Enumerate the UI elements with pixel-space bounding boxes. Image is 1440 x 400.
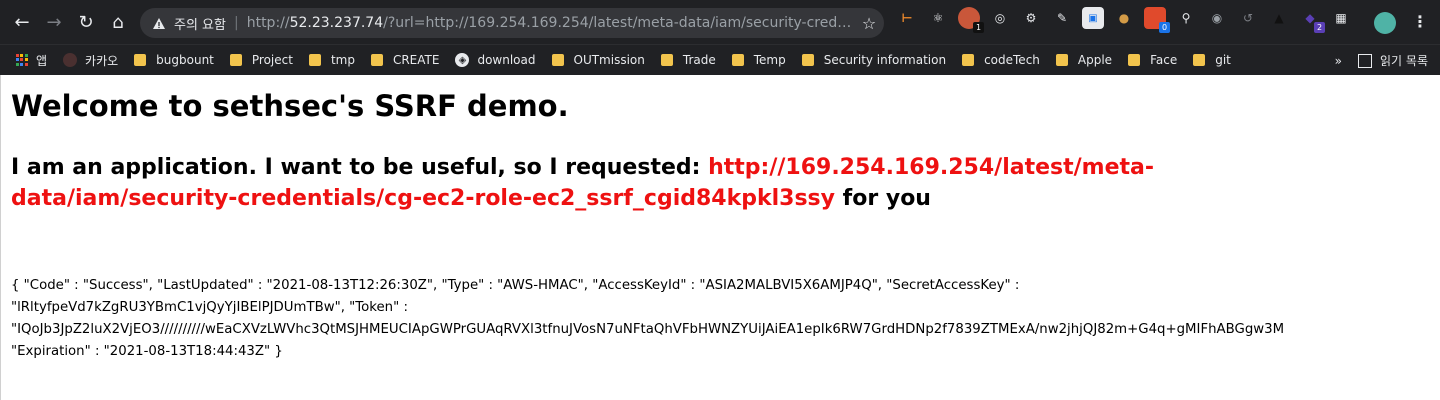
arrow-left-icon: ←	[14, 11, 30, 33]
bookmark-download[interactable]: ◈ download	[455, 53, 536, 67]
extension-hat-icon[interactable]: ▲	[1268, 7, 1290, 29]
bookmark-label: 앱	[36, 53, 48, 68]
extension-refresh-icon[interactable]: ↺	[1237, 7, 1259, 29]
bookmark-folder-face[interactable]: Face	[1128, 53, 1177, 67]
bookmark-star-icon[interactable]: ☆	[854, 14, 884, 33]
reload-icon: ↻	[78, 11, 94, 33]
bookmark-label: 카카오	[85, 53, 119, 68]
extension-orange-icon[interactable]: ⊢	[896, 7, 918, 29]
browser-toolbar: ← → ↻ ⌂ 주의 요함 | http://52.23.237.74/?url…	[0, 0, 1440, 44]
globe-icon: ◈	[455, 53, 470, 67]
bookmark-folder-tmp[interactable]: tmp	[308, 53, 355, 67]
bookmark-folder-codetech[interactable]: codeTech	[962, 53, 1040, 67]
bookmark-folder-bugbount[interactable]: bugbount	[134, 53, 214, 67]
bookmarks-right: » 읽기 목록	[1335, 52, 1428, 69]
security-warning-text[interactable]: 주의 요함	[174, 14, 226, 33]
extension-search-icon[interactable]: ⚲	[1175, 7, 1197, 29]
bookmark-label: Trade	[682, 53, 716, 67]
address-bar[interactable]: 주의 요함 | http://52.23.237.74/?url=http://…	[140, 8, 884, 38]
profile-avatar[interactable]	[1374, 12, 1396, 34]
home-icon: ⌂	[112, 11, 124, 33]
url-host: 52.23.237.74	[289, 15, 384, 31]
extension-pen-icon[interactable]: ✎	[1051, 7, 1073, 29]
bookmark-folder-project[interactable]: Project	[229, 53, 293, 67]
credentials-response: { "Code" : "Success", "LastUpdated" : "2…	[11, 275, 1284, 363]
reload-button[interactable]: ↻	[70, 6, 102, 38]
extension-doc-icon[interactable]: ▣	[1082, 7, 1104, 29]
bookmark-folder-apple[interactable]: Apple	[1055, 53, 1113, 67]
bookmark-label: download	[477, 53, 536, 67]
extension-react-icon[interactable]: ⚛	[927, 7, 949, 29]
extension-globe-icon[interactable]: ◉	[1206, 7, 1228, 29]
response-line: { "Code" : "Success", "LastUpdated" : "2…	[11, 278, 1020, 293]
bookmark-folder-create[interactable]: CREATE	[370, 53, 440, 67]
response-line: "Expiration" : "2021-08-13T18:44:43Z" }	[11, 344, 283, 359]
browser-menu-icon[interactable]: ⋮	[1412, 12, 1428, 31]
bookmark-label: Project	[251, 53, 293, 67]
kakao-icon	[63, 53, 78, 67]
folder-icon	[551, 54, 564, 66]
bookmark-label: tmp	[330, 53, 355, 67]
folder-icon	[962, 54, 975, 66]
bookmark-label: Apple	[1077, 53, 1113, 67]
bookmark-folder-trade[interactable]: Trade	[660, 53, 716, 67]
folder-icon	[660, 54, 673, 66]
url-text[interactable]: http://52.23.237.74/?url=http://169.254.…	[247, 15, 854, 31]
bookmark-label: Temp	[753, 53, 786, 67]
folder-icon	[801, 54, 814, 66]
apps-grid-icon	[16, 54, 28, 66]
bookmark-kakao[interactable]: 카카오	[63, 52, 118, 69]
request-suffix: for you	[835, 186, 931, 211]
back-button[interactable]: ←	[6, 6, 38, 38]
extension-badge: 1	[973, 22, 984, 33]
folder-icon	[1055, 54, 1068, 66]
url-scheme: http://	[246, 15, 290, 31]
bookmark-folder-git[interactable]: git	[1193, 53, 1231, 67]
page-content: Welcome to sethsec's SSRF demo. I am an …	[0, 75, 1440, 400]
bookmark-label: CREATE	[392, 53, 440, 67]
request-description: I am an application. I want to be useful…	[11, 152, 1311, 214]
folder-icon	[1128, 54, 1141, 66]
arrow-right-icon: →	[46, 11, 62, 33]
folder-icon	[308, 54, 321, 66]
extension-badge: 2	[1314, 22, 1325, 33]
bookmark-label: git	[1215, 53, 1231, 67]
page-title: Welcome to sethsec's SSRF demo.	[11, 89, 569, 123]
extension-purple-icon[interactable]: ◆ 2	[1299, 7, 1325, 33]
extension-gear-icon[interactable]: ⚙	[1020, 7, 1042, 29]
bookmark-label: Face	[1150, 53, 1178, 67]
reading-list-icon	[1358, 53, 1373, 68]
extension-cookie-icon[interactable]: 1	[958, 7, 984, 33]
home-button[interactable]: ⌂	[102, 6, 134, 38]
url-path: /?url=http://169.254.169.254/latest/meta…	[383, 15, 854, 31]
bookmark-label: bugbount	[156, 53, 214, 67]
folder-icon	[1193, 54, 1206, 66]
bookmark-folder-security-information[interactable]: Security information	[801, 53, 947, 67]
folder-icon	[229, 54, 242, 66]
request-prefix: I am an application. I want to be useful…	[11, 155, 709, 180]
folder-icon	[731, 54, 744, 66]
response-line: "lRltyfpeVd7kZgRU3YBmC1vjQyYjIBElPJDUmTB…	[11, 300, 408, 315]
extensions-puzzle-icon[interactable]: ▦	[1330, 7, 1352, 29]
extension-burp-icon[interactable]: 0	[1144, 7, 1170, 33]
omnibox-divider: |	[233, 15, 239, 31]
bookmark-apps[interactable]: 앱	[16, 52, 47, 69]
extension-badge: 0	[1159, 22, 1170, 33]
bookmark-folder-outmission[interactable]: OUTmission	[551, 53, 645, 67]
extension-cookie2-icon[interactable]: ●	[1113, 7, 1135, 29]
extension-target-icon[interactable]: ◎	[989, 7, 1011, 29]
bookmark-label: Security information	[823, 53, 947, 67]
response-line: "IQoJb3JpZ2luX2VjEO3//////////wEaCXVzLWV…	[11, 322, 1285, 337]
bookmarks-bar: 앱 카카오 bugbount Project tmp CREATE ◈ downl…	[0, 44, 1440, 75]
forward-button[interactable]: →	[38, 6, 70, 38]
bookmarks-overflow-button[interactable]: »	[1335, 54, 1342, 68]
extensions-bar: ⊢ ⚛ 1 ◎ ⚙ ✎ ▣ ● 0 ⚲ ◉ ↺ ▲ ◆ 2 ▦	[896, 7, 1361, 33]
warning-icon	[152, 17, 168, 30]
folder-icon	[134, 54, 147, 66]
bookmark-label: OUTmission	[573, 53, 645, 67]
bookmark-folder-temp[interactable]: Temp	[731, 53, 786, 67]
bookmark-label: codeTech	[984, 53, 1040, 67]
folder-icon	[370, 54, 383, 66]
reading-list-button[interactable]: 읽기 목록	[1380, 52, 1428, 69]
